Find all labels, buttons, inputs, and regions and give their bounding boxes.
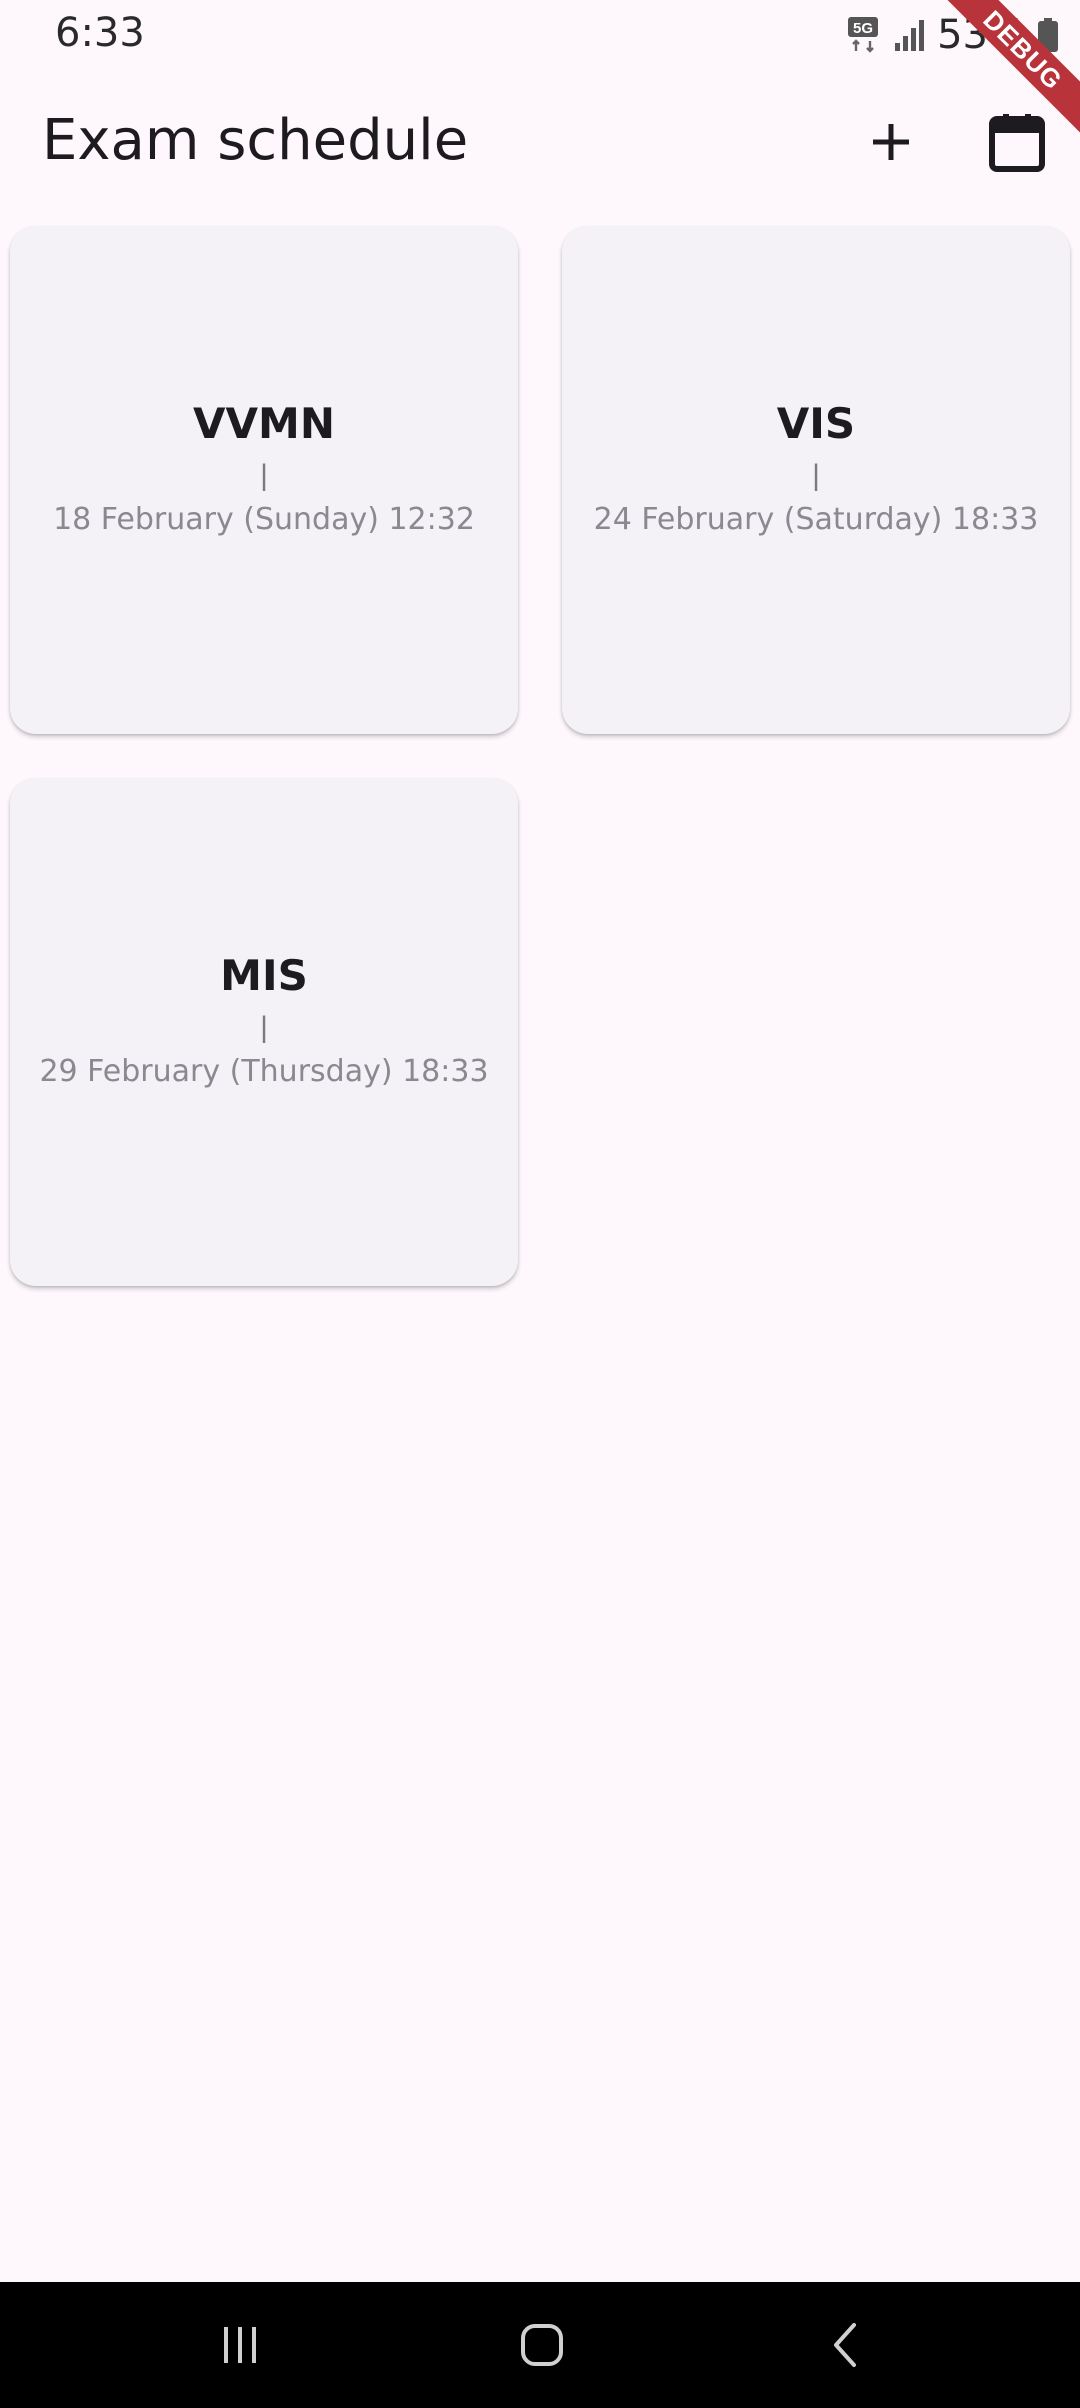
signal-icon [895, 20, 925, 51]
exam-subject: VVMN [193, 399, 335, 448]
exam-card[interactable]: MIS | 29 February (Thursday) 18:33 [10, 778, 518, 1286]
system-nav-bar [0, 2282, 1080, 2408]
home-icon [521, 2324, 563, 2366]
status-indicators: 5G 53% [845, 8, 1060, 62]
plus-icon [873, 124, 909, 160]
network-5g-icon: 5G [848, 17, 879, 53]
exam-separator: | [260, 459, 268, 492]
exam-subject: MIS [220, 951, 308, 1000]
exam-subject: VIS [776, 399, 856, 448]
home-button[interactable] [502, 2307, 582, 2383]
calendar-button[interactable] [977, 102, 1057, 182]
exam-datetime: 24 February (Saturday) 18:33 [593, 502, 1039, 537]
back-button[interactable] [806, 2307, 886, 2383]
status-time: 6:33 [55, 10, 145, 56]
back-icon [834, 2323, 856, 2367]
app-screen: 6:33 5G 53% DEBUG Exam schedule VVMN | 1… [0, 0, 1080, 2408]
recent-apps-icon [224, 2327, 256, 2363]
app-bar: Exam schedule [0, 80, 1080, 204]
exam-card[interactable]: VIS | 24 February (Saturday) 18:33 [562, 226, 1070, 734]
exam-separator: | [812, 459, 820, 492]
exam-datetime: 18 February (Sunday) 12:32 [53, 502, 475, 537]
calendar-icon [989, 114, 1045, 172]
add-exam-button[interactable] [851, 102, 931, 182]
page-title: Exam schedule [42, 108, 469, 173]
battery-icon [1038, 18, 1058, 52]
exam-card[interactable]: VVMN | 18 February (Sunday) 12:32 [10, 226, 518, 734]
exam-separator: | [260, 1011, 268, 1044]
battery-percent: 53% [937, 12, 1026, 58]
status-bar: 6:33 5G 53% [0, 0, 1080, 70]
recent-apps-button[interactable] [200, 2307, 280, 2383]
network-label: 5G [853, 20, 873, 37]
exam-datetime: 29 February (Thursday) 18:33 [39, 1054, 489, 1089]
